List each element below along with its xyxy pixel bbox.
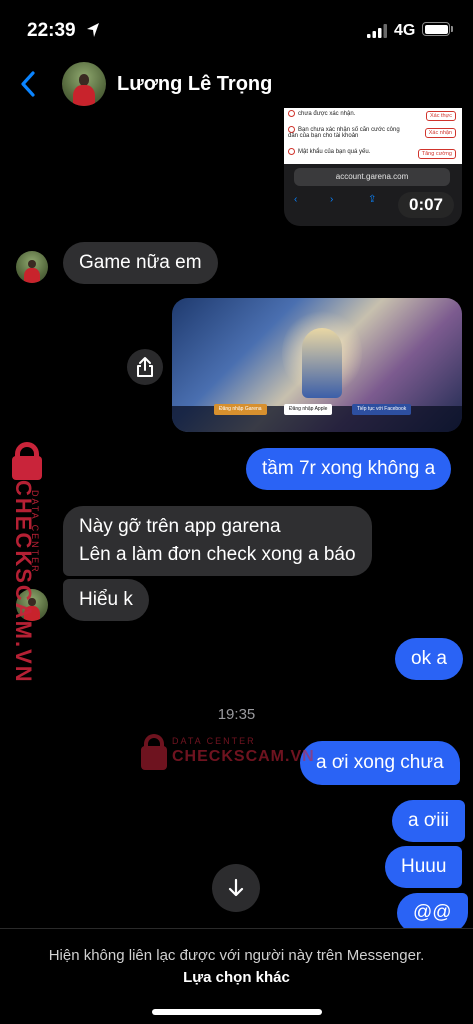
video-row: chưa được xác nhận. Xác thực xyxy=(288,110,458,124)
message-bubble-outgoing[interactable]: tầm 7r xong không a xyxy=(246,448,452,490)
network-type: 4G xyxy=(394,22,416,39)
share-icon xyxy=(137,357,153,377)
message-bubble-outgoing[interactable]: Huuu xyxy=(385,846,463,888)
contact-name[interactable]: Lương Lê Trọng xyxy=(117,73,272,96)
video-forward-icon: › xyxy=(330,194,334,205)
message-bubble-outgoing[interactable]: ok a xyxy=(395,638,463,680)
message-bubble-outgoing[interactable]: a ơi xong chưa xyxy=(300,741,460,785)
video-share-icon: ⇪ xyxy=(368,194,377,205)
message-bubble-incoming[interactable]: Game nữa em xyxy=(63,242,218,284)
battery-nub xyxy=(451,26,453,32)
video-url-bar: account.garena.com xyxy=(294,168,450,186)
message-bubble-outgoing[interactable]: a ơiii xyxy=(392,800,465,842)
message-line: Này gỡ trên app garena xyxy=(79,516,281,537)
back-chevron-icon[interactable] xyxy=(18,70,38,98)
image-hero-figure xyxy=(302,328,342,398)
video-row: Mật khẩu của bạn quá yếu. Tăng cường xyxy=(288,148,458,162)
watermark-brand: CHECKSCAM.VN xyxy=(172,748,315,765)
message-timestamp: 19:35 xyxy=(217,706,256,723)
sender-avatar[interactable] xyxy=(16,251,48,283)
other-options-link[interactable]: Lựa chọn khác xyxy=(183,969,290,986)
chat-header: Lương Lê Trọng xyxy=(0,58,473,110)
watermark-title: DATA CENTER xyxy=(172,736,256,746)
image-facebook-button: Tiếp tục với Facebook xyxy=(352,404,412,415)
status-bar: 22:39 4G xyxy=(0,0,473,58)
footer-text: Hiện không liên lạc được với người này t… xyxy=(48,947,425,964)
arrow-down-icon xyxy=(228,878,244,897)
image-message[interactable]: Đăng nhập Garena Đăng nhập Apple Tiếp tụ… xyxy=(172,298,462,432)
watermark-title-vertical: DATA CENTER xyxy=(30,490,40,574)
status-time: 22:39 xyxy=(27,20,76,41)
signal-icon xyxy=(367,24,387,38)
video-back-icon: ‹ xyxy=(294,194,298,205)
home-indicator[interactable] xyxy=(152,1009,322,1015)
share-button[interactable] xyxy=(127,349,163,385)
message-bubble-outgoing[interactable]: @@ xyxy=(397,893,468,933)
message-line: Lên a làm đơn check xong a báo xyxy=(79,544,356,565)
video-row: Bạn chưa xác nhận số căn cước công dân c… xyxy=(288,126,400,140)
message-bubble-incoming[interactable]: Hiểu k xyxy=(63,579,149,621)
battery-icon xyxy=(422,22,450,36)
video-duration: 0:07 xyxy=(398,192,454,218)
scroll-to-bottom-button[interactable] xyxy=(212,864,260,912)
contact-avatar[interactable] xyxy=(62,62,106,106)
watermark-horizontal: DATA CENTER CHECKSCAM.VN xyxy=(140,734,314,774)
location-arrow-icon xyxy=(87,23,99,37)
image-apple-button: Đăng nhập Apple xyxy=(284,404,333,415)
video-row-button: Xác nhận xyxy=(424,128,456,138)
message-bubble-incoming[interactable]: Này gỡ trên app garena Lên a làm đơn che… xyxy=(63,506,372,576)
video-screenshot-page: chưa được xác nhận. Xác thực Bạn chưa xác… xyxy=(284,108,462,164)
footer-notice: Hiện không liên lạc được với người này t… xyxy=(40,945,433,989)
image-garena-button: Đăng nhập Garena xyxy=(214,404,267,415)
